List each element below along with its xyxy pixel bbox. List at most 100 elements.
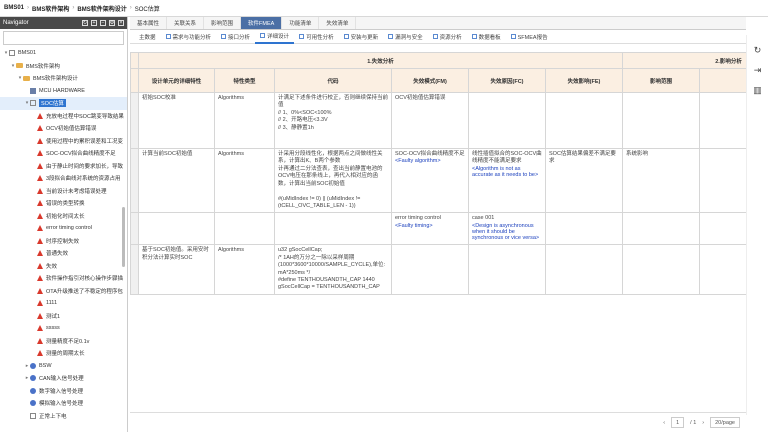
table-row[interactable]: 计算当前SOC初始值 Algorithms 计采用分段线性化，根据两点之间做线性关系… [130, 147, 746, 214]
table-cell[interactable]: 线性插值拟合的SOC-OCV曲线精度不能满足要求 <Algorithm is no… [468, 147, 546, 214]
table-cell[interactable] [699, 244, 746, 296]
export-icon[interactable]: ⇥ [753, 65, 763, 75]
tree-item[interactable]: OTA升级推送了不稳定的程序包 [0, 285, 127, 298]
tree-item[interactable]: 当前设计未考虑错误处理 [0, 185, 127, 198]
table-cell[interactable]: 计算当前SOC初始值 [138, 147, 215, 214]
table-cell[interactable] [468, 244, 546, 296]
page-input[interactable]: 1 [671, 417, 685, 428]
table-cell[interactable]: SOC-OCV拟合曲线精度不足 <Faulty algorithm> [391, 147, 469, 214]
table-cell[interactable] [544, 92, 624, 149]
tree-item[interactable]: 模拟输入信号处理 [0, 397, 127, 410]
tree-item[interactable]: 软件操作指引对核心操作步骤描 [0, 272, 127, 285]
table-cell[interactable]: SOC估算结果偏差不满足要求 [544, 147, 624, 214]
table-cell[interactable] [622, 212, 701, 246]
table-cell[interactable]: error timing control <Faulty timing> [391, 212, 469, 246]
subtab-5[interactable]: 安装与更新 [339, 30, 384, 44]
expand-icon[interactable]: + [91, 20, 97, 26]
table-cell[interactable] [622, 92, 701, 149]
tree-item[interactable]: ▾ BMS软件架构 [0, 60, 127, 73]
column-header[interactable]: 失效原因(FC) [468, 68, 546, 93]
subtab-4[interactable]: 可用性分析 [294, 30, 339, 44]
tab-5[interactable]: 失效清单 [319, 17, 357, 29]
tab-1[interactable]: 关联关系 [167, 17, 205, 29]
tree-item[interactable]: 普通失效 [0, 247, 127, 260]
tab-0[interactable]: 基本属性 [130, 17, 168, 29]
table-cell[interactable]: OCV初始值估算错误 [391, 92, 469, 149]
next-page-icon[interactable]: › [702, 420, 704, 426]
column-header[interactable]: 特性类型 [214, 68, 275, 93]
tree-item[interactable]: 由于静止时间的要求加长，导致 [0, 160, 127, 173]
tree-item[interactable]: SOC-OCV拟合曲线精度不足 [0, 147, 127, 160]
subtab-2[interactable]: 接口分析 [216, 30, 255, 44]
refresh-icon[interactable]: ↻ [753, 45, 763, 55]
table-cell[interactable] [544, 212, 624, 246]
breadcrumb-item-2[interactable]: BMS软件架构设计 [77, 4, 126, 13]
tab-2[interactable]: 影响范围 [204, 17, 242, 29]
tree-item[interactable]: ▾ BMS软件架构设计 [0, 72, 127, 85]
tree-item[interactable]: 测量精度不足0.1v [0, 335, 127, 348]
tree-item[interactable]: 初始化时间太长 [0, 210, 127, 223]
tree-item[interactable]: 错误的类型转换 [0, 197, 127, 210]
table-cell[interactable]: 系统影响 [622, 147, 701, 214]
table-row[interactable]: 基于SOC初始值。采用安时积分法计算实时SOC Algorithms u32 gSo… [130, 244, 746, 296]
breadcrumb-item-1[interactable]: BMS软件架构 [32, 4, 69, 13]
tree-item[interactable]: ▸ BSW [0, 360, 127, 373]
tree-item[interactable]: ▸ CAN输入信号处理 [0, 372, 127, 385]
table-cell[interactable] [214, 212, 275, 246]
tree-item[interactable]: 失效 [0, 260, 127, 273]
tree-item[interactable]: 充放电过程中SOC跳变导致结果 [0, 110, 127, 123]
collapse-icon[interactable]: − [100, 20, 106, 26]
table-cell[interactable] [468, 92, 546, 149]
tree-item[interactable]: ▾ BMS01 [0, 47, 127, 60]
tree-item[interactable]: ▾ SOC估算 [0, 97, 127, 110]
tree-item[interactable]: 3段拟合曲线对系统的资源占用 [0, 172, 127, 185]
subtab-3[interactable]: 详细设计 [255, 30, 295, 44]
settings-icon[interactable]: ⚙ [109, 20, 115, 26]
table-cell[interactable] [622, 244, 701, 296]
tree-item[interactable]: 时序控制失效 [0, 235, 127, 248]
tab-3[interactable]: 软件FMEA [241, 17, 283, 29]
column-header[interactable]: 预防措 [699, 68, 746, 93]
prev-page-icon[interactable]: ‹ [663, 420, 665, 426]
column-header[interactable]: 代码 [274, 68, 392, 93]
table-cell[interactable]: Algorithms [214, 147, 275, 214]
column-header[interactable]: 失效影响(FE) [544, 68, 624, 93]
navigator-search-input[interactable] [3, 31, 124, 45]
table-cell[interactable]: Algorithms [214, 244, 275, 296]
tree-item[interactable]: MCU HARDWARE [0, 85, 127, 98]
chart-icon[interactable]: ▥ [753, 85, 763, 95]
table-cell[interactable]: 计满足下述条件进行校正，否则继续保持当前值 // 1、0%<SOC<100% /… [274, 92, 392, 149]
table-cell[interactable] [544, 244, 624, 296]
table-row[interactable]: 初始SOC校准 Algorithms 计满足下述条件进行校正，否则继续保持当前值 /… [130, 92, 746, 149]
tree-item[interactable]: sssss [0, 322, 127, 335]
page-size-select[interactable]: 20/page [710, 417, 740, 428]
column-header[interactable]: 设计单元的详细特性 [138, 68, 215, 93]
table-row[interactable]: error timing control <Faulty timing> case … [130, 212, 746, 246]
column-header[interactable]: 影响范围 [622, 68, 701, 93]
subtab-1[interactable]: 需求与功能分析 [161, 30, 217, 44]
subtab-7[interactable]: 资源分析 [428, 30, 467, 44]
table-cell[interactable] [699, 147, 746, 214]
table-cell[interactable]: 计采用分段线性化，根据两点之间做线性关系，计算出K、B两个参数 计再通过二分法查… [274, 147, 392, 214]
table-cell[interactable]: u32 gSocCellCap; /* 1AH的万分之一除以采样周期(1000*… [274, 244, 392, 296]
navigator-scrollbar[interactable] [122, 207, 125, 267]
tree-item[interactable]: 数字输入信号处理 [0, 385, 127, 398]
table-cell[interactable]: 初始SOC校准 [138, 92, 215, 149]
tree-item[interactable]: 测试1 [0, 310, 127, 323]
table-cell[interactable] [699, 212, 746, 246]
table-cell[interactable] [699, 92, 746, 149]
tree-item[interactable]: 测量的周期太长 [0, 347, 127, 360]
table-cell[interactable]: Algorithms [214, 92, 275, 149]
tree-item[interactable]: error timing control [0, 222, 127, 235]
subtab-8[interactable]: 数据看板 [467, 30, 506, 44]
subtab-9[interactable]: SFMEA报告 [506, 30, 553, 44]
breadcrumb-item-3[interactable]: SOC估算 [135, 4, 160, 13]
tree-item[interactable]: 使用过程中的累积误差和工况变 [0, 135, 127, 148]
table-cell[interactable] [274, 212, 392, 246]
subtab-6[interactable]: 漏洞与安全 [383, 30, 428, 44]
table-cell[interactable]: 基于SOC初始值。采用安时积分法计算实时SOC [138, 244, 215, 296]
tree-item[interactable]: 1111 [0, 297, 127, 310]
table-cell[interactable]: case 001 <Design is asynchronous when it … [468, 212, 546, 246]
table-cell[interactable] [391, 244, 469, 296]
close-icon[interactable]: × [118, 20, 124, 26]
